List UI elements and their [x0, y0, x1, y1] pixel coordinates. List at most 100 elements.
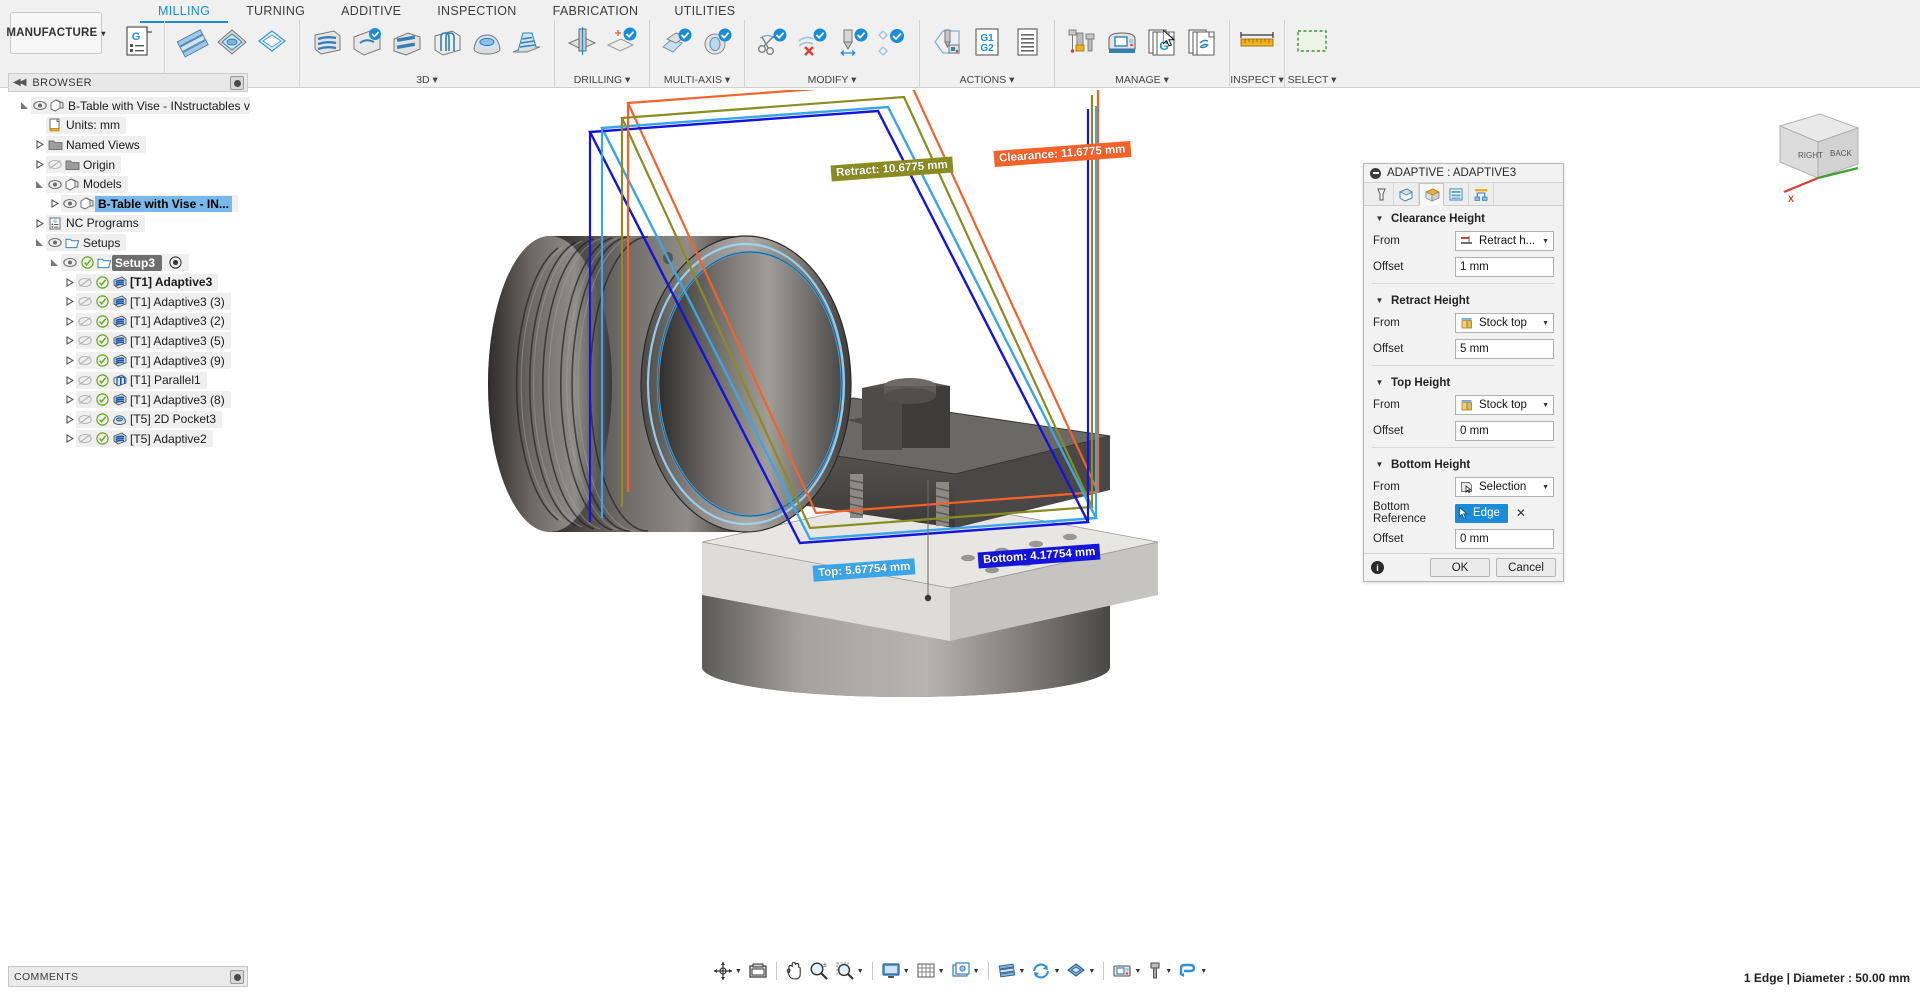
dropdown-field[interactable]: Stock top ▼ — [1455, 395, 1554, 415]
layers-icon[interactable]: ▼ — [994, 962, 1029, 980]
passes-tab-icon[interactable] — [1444, 183, 1469, 206]
comments-options-icon[interactable] — [230, 970, 244, 984]
ribbon-tab-fabrication[interactable]: FABRICATION — [535, 0, 657, 21]
tree-item[interactable]: [T1] Parallel1 — [8, 370, 268, 390]
linking-tab-icon[interactable] — [1469, 183, 1494, 206]
eye-hidden-icon[interactable] — [77, 412, 93, 427]
expand-triangle-closed-icon[interactable] — [63, 413, 76, 426]
eye-visible-icon[interactable] — [62, 255, 78, 270]
workspace-switcher[interactable]: MANUFACTURE ▾ — [6, 12, 105, 54]
dropdown-field[interactable]: Selection ▼ — [1455, 477, 1554, 497]
bottom-reference-selection-button[interactable]: Edge — [1455, 503, 1508, 523]
adaptive-dialog[interactable]: ADAPTIVE : ADAPTIVE3 ▼ Clearance Height … — [1363, 163, 1564, 582]
view-cube[interactable]: RIGHT BACK X — [1752, 98, 1872, 208]
expand-triangle-closed-icon[interactable] — [63, 276, 76, 289]
expand-triangle-closed-icon[interactable] — [63, 393, 76, 406]
tool-change-icon[interactable] — [832, 20, 872, 64]
ribbon-tab-additive[interactable]: ADDITIVE — [323, 0, 419, 21]
tree-item[interactable]: Origin — [8, 155, 268, 175]
eye-hidden-icon[interactable] — [47, 157, 63, 172]
tree-item[interactable]: [T1] Adaptive3 (9) — [8, 351, 268, 371]
dialog-section-retract-height[interactable]: ▼ Retract Height — [1364, 288, 1563, 311]
expand-triangle-closed-icon[interactable] — [63, 295, 76, 308]
adaptive-clearing-icon[interactable] — [307, 20, 347, 64]
offset-input-field[interactable]: 1 mm — [1455, 257, 1554, 277]
tree-item[interactable]: [T1] Adaptive3 (8) — [8, 390, 268, 410]
cancel-button[interactable]: Cancel — [1496, 558, 1556, 577]
viewport-canvas[interactable]: Retract: 10.6775 mm Clearance: 11.6775 mm… — [250, 90, 1920, 995]
eye-hidden-icon[interactable] — [77, 275, 93, 290]
expand-triangle-closed-icon[interactable] — [33, 138, 46, 151]
thread-icon[interactable] — [602, 20, 642, 64]
dropdown-field[interactable]: Stock top ▼ — [1455, 313, 1554, 333]
browser-options-icon[interactable] — [230, 76, 244, 90]
expand-triangle-closed-icon[interactable] — [63, 354, 76, 367]
ribbon-tab-utilities[interactable]: UTILITIES — [656, 0, 753, 21]
tool-view-icon[interactable]: ▼ — [1144, 961, 1175, 981]
drill-icon[interactable] — [562, 20, 602, 64]
spiral-icon[interactable] — [507, 20, 547, 64]
tree-item[interactable]: Units: mm — [8, 116, 268, 136]
zoom-icon[interactable]: ± — [806, 961, 832, 981]
simulate-icon[interactable] — [927, 20, 967, 64]
expand-triangle-open-icon[interactable] — [48, 256, 61, 269]
eye-visible-icon[interactable] — [62, 196, 78, 211]
delete-toolpath-icon[interactable] — [792, 20, 832, 64]
ok-button[interactable]: OK — [1430, 558, 1490, 577]
2d-contour-icon[interactable] — [252, 20, 292, 64]
chevron-down-icon[interactable]: ▼ — [1200, 968, 1207, 975]
grid-snaps-icon[interactable]: ▼ — [913, 962, 948, 980]
expand-triangle-closed-icon[interactable] — [63, 315, 76, 328]
dialog-section-top-height[interactable]: ▼ Top Height — [1364, 370, 1563, 393]
face-icon[interactable] — [172, 20, 212, 64]
comments-bar[interactable]: COMMENTS — [8, 966, 248, 987]
scallop-icon[interactable] — [467, 20, 507, 64]
trim-icon[interactable] — [752, 20, 792, 64]
dialog-collapse-icon[interactable] — [1370, 167, 1381, 179]
g1g2-post-icon[interactable]: G1 G2 — [967, 20, 1007, 64]
eye-hidden-icon[interactable] — [77, 333, 93, 348]
chevron-down-icon[interactable]: ▼ — [1019, 968, 1026, 975]
chevron-down-icon[interactable]: ▼ — [938, 968, 945, 975]
tree-item[interactable]: G NC Programs — [8, 214, 268, 234]
eye-visible-icon[interactable] — [32, 98, 48, 113]
tree-item[interactable]: [T1] Adaptive3 — [8, 272, 268, 292]
eye-visible-icon[interactable] — [47, 177, 63, 192]
chevron-down-icon[interactable]: ▼ — [903, 968, 910, 975]
tool-tab-icon[interactable] — [1369, 183, 1394, 206]
dialog-section-clearance-height[interactable]: ▼ Clearance Height — [1364, 206, 1563, 229]
eye-hidden-icon[interactable] — [77, 392, 93, 407]
multi-axis-contour-icon[interactable] — [697, 20, 737, 64]
parallel-icon[interactable] — [427, 20, 467, 64]
transform-icon[interactable] — [872, 20, 912, 64]
setup-g-icon[interactable]: G — [117, 20, 157, 64]
eye-hidden-icon[interactable] — [77, 353, 93, 368]
pan-icon[interactable] — [782, 961, 806, 981]
tree-item[interactable]: Setup3 — [8, 253, 268, 273]
orbit-icon[interactable]: ▼ — [710, 961, 745, 981]
dropdown-field[interactable]: Retract h... ▼ — [1455, 231, 1554, 251]
expand-triangle-open-icon[interactable] — [33, 178, 46, 191]
expand-triangle-closed-icon[interactable] — [63, 432, 76, 445]
chevron-down-icon[interactable]: ▼ — [1088, 968, 1095, 975]
info-icon[interactable]: i — [1371, 561, 1384, 574]
chevron-down-icon[interactable]: ▼ — [1053, 968, 1060, 975]
eye-hidden-icon[interactable] — [77, 373, 93, 388]
machine-library-icon[interactable] — [1102, 20, 1142, 64]
tree-item[interactable]: [T1] Adaptive3 (3) — [8, 292, 268, 312]
expand-triangle-closed-icon[interactable] — [48, 197, 61, 210]
expand-triangle-open-icon[interactable] — [18, 99, 31, 112]
expand-triangle-closed-icon[interactable] — [63, 334, 76, 347]
offset-input-field[interactable]: 0 mm — [1455, 421, 1554, 441]
eye-hidden-icon[interactable] — [77, 294, 93, 309]
pocket-clearing-icon[interactable] — [347, 20, 387, 64]
ribbon-tab-turning[interactable]: TURNING — [228, 0, 323, 21]
appearance-icon[interactable]: ▼ — [1063, 962, 1098, 980]
offset-input-field[interactable]: 0 mm — [1455, 529, 1554, 549]
clear-selection-icon[interactable]: ✕ — [1516, 506, 1526, 520]
ribbon-tab-inspection[interactable]: INSPECTION — [419, 0, 534, 21]
collapse-left-icon[interactable]: ◀◀ — [13, 77, 26, 88]
chevron-down-icon[interactable]: ▼ — [735, 968, 742, 975]
tree-item[interactable]: [T1] Adaptive3 (5) — [8, 331, 268, 351]
machine-view-icon[interactable]: ▼ — [1109, 962, 1144, 980]
